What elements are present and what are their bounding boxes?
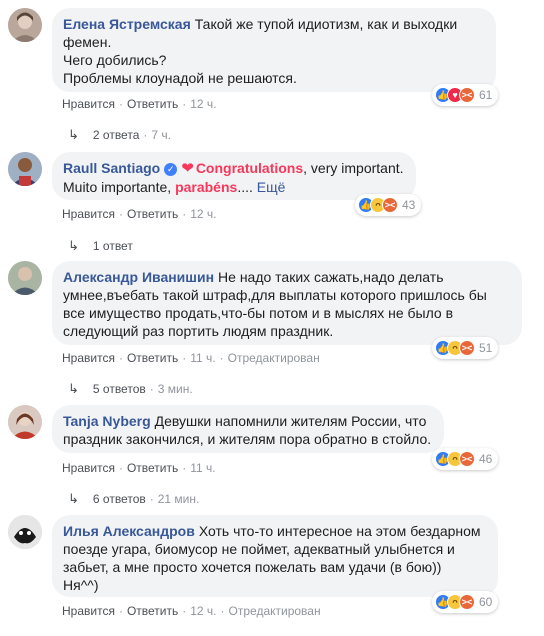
comment-text: Muito importante, (63, 179, 176, 195)
comment-bubble: Елена Ястремская Такой же тупой идиотизм,… (52, 8, 496, 92)
replies-time: 21 мин. (157, 492, 200, 506)
replies-count[interactable]: 2 ответа (93, 128, 139, 142)
like-link[interactable]: Нравится (62, 604, 115, 618)
see-more-link[interactable]: Ещё (257, 179, 286, 195)
reply-link[interactable]: Ответить (127, 351, 178, 365)
comment-timestamp[interactable]: 11 ч. (190, 461, 215, 475)
comment-bubble: Александр Иванишин Не надо таких сажать,н… (52, 261, 522, 345)
angry-reaction-icon: ˃˂ (459, 87, 475, 103)
comment-text: .... (237, 179, 257, 195)
angry-reaction-icon: ˃˂ (459, 594, 475, 610)
heart-icon: ❤ (181, 160, 194, 177)
view-replies-link[interactable]: ↳ 1 ответ (68, 238, 133, 254)
reactions-summary[interactable]: 👍 ᴖ ˃˂ 46 (432, 448, 499, 470)
comment-author[interactable]: Tanja Nyberg (63, 413, 151, 429)
reaction-count: 51 (479, 341, 493, 355)
comment-text: Девушки напомнили жителям России, что (154, 413, 427, 429)
comment-timestamp[interactable]: 12 ч. (190, 207, 216, 221)
reaction-count: 46 (479, 452, 493, 466)
verified-badge-icon: ✓ (164, 163, 178, 176)
comment-actions: Нравится · Ответить · 12 ч. (62, 207, 217, 221)
angry-reaction-icon: ˃˂ (382, 197, 398, 213)
comment-bubble: Raull Santiago ✓ ❤ Congratulations, very im… (52, 152, 416, 200)
comment-text: забьет, а мне просто хочется пожелать ва… (63, 559, 442, 575)
comment-timestamp[interactable]: 11 ч. (190, 351, 215, 365)
reaction-count: 60 (479, 595, 493, 609)
reaction-count: 61 (479, 88, 493, 102)
comment-text: Ня^^) (63, 577, 99, 593)
reply-link[interactable]: Ответить (127, 461, 178, 475)
comment-author[interactable]: Raull Santiago (63, 160, 160, 176)
reply-link[interactable]: Ответить (127, 604, 178, 618)
comment-text: умнее,въебать такой штраф,для выплаты ко… (63, 287, 487, 303)
edited-label[interactable]: Отредактирован (228, 351, 320, 365)
comment-text: Чего добились? (63, 52, 167, 68)
comment-text: Не надо таких сажать,надо делать (218, 269, 444, 285)
comment-bubble: Илья Александров Хоть что-то интересное н… (52, 515, 498, 597)
avatar[interactable] (8, 515, 42, 549)
comment-actions: Нравится · Ответить · 12 ч. (62, 97, 217, 111)
highlighted-word[interactable]: parabéns (175, 179, 237, 195)
like-link[interactable]: Нравится (62, 461, 115, 475)
replies-count[interactable]: 1 ответ (93, 239, 133, 253)
angry-reaction-icon: ˃˂ (459, 451, 475, 467)
comment-actions: Нравится · Ответить · 12 ч. · Отредактирован (62, 604, 321, 618)
comment-text: следующий раз портить людям праздник. (63, 323, 334, 339)
comment-timestamp[interactable]: 12 ч. (190, 97, 216, 111)
comment-text: Хоть что-то интересное на этом бездарном (198, 523, 481, 539)
view-replies-link[interactable]: ↳ 2 ответа · 7 ч. (68, 127, 171, 143)
comment-text: все имущество продать,что-бы потом и в м… (63, 305, 454, 321)
reactions-summary[interactable]: 👍 ♥ ˃˂ 61 (432, 84, 499, 106)
replies-time: 3 мин. (157, 382, 193, 396)
comment-author[interactable]: Александр Иванишин (63, 269, 214, 285)
reply-arrow-icon: ↳ (68, 127, 79, 142)
reply-arrow-icon: ↳ (68, 381, 79, 396)
comment-timestamp[interactable]: 12 ч. (190, 604, 216, 618)
avatar[interactable] (8, 152, 42, 186)
like-link[interactable]: Нравится (62, 207, 115, 221)
comment-author[interactable]: Илья Александров (63, 523, 195, 539)
comment-text: праздник закончился, и жителям пора обра… (63, 431, 432, 447)
reply-link[interactable]: Ответить (127, 97, 178, 111)
comment-text: , very important. (303, 160, 404, 176)
reply-link[interactable]: Ответить (127, 207, 178, 221)
comment-text: Такой же тупой идиотизм, как и выходки (194, 16, 458, 32)
like-link[interactable]: Нравится (62, 97, 115, 111)
comment-text: поезде угара, биомусор не поймет, адеква… (63, 541, 455, 557)
comment-bubble: Tanja Nyberg Девушки напомнили жителям Ро… (52, 405, 444, 453)
comment-actions: Нравится · Ответить · 11 ч. · Отредактирован (62, 351, 320, 365)
comment-text: Проблемы клоунадой не решаются. (63, 70, 297, 86)
view-replies-link[interactable]: ↳ 5 ответов · 3 мин. (68, 381, 193, 397)
comment-author[interactable]: Елена Ястремская (63, 16, 191, 32)
reactions-summary[interactable]: 👍 ᴖ ˃˂ 51 (432, 337, 499, 359)
reactions-summary[interactable]: 👍 ᴖ ˃˂ 43 (355, 194, 422, 216)
reply-arrow-icon: ↳ (68, 491, 79, 506)
avatar[interactable] (8, 8, 42, 42)
replies-count[interactable]: 6 ответов (93, 492, 146, 506)
replies-count[interactable]: 5 ответов (93, 382, 146, 396)
comment-actions: Нравится · Ответить · 11 ч. (62, 461, 216, 475)
reply-arrow-icon: ↳ (68, 238, 79, 253)
comment-text: фемен. (63, 34, 112, 50)
reaction-count: 43 (402, 198, 416, 212)
avatar[interactable] (8, 405, 42, 439)
replies-time: 7 ч. (151, 128, 171, 142)
view-replies-link[interactable]: ↳ 6 ответов · 21 мин. (68, 491, 199, 507)
reactions-summary[interactable]: 👍 ᴖ ˃˂ 60 (432, 591, 499, 613)
angry-reaction-icon: ˃˂ (459, 340, 475, 356)
edited-label[interactable]: Отредактирован (229, 604, 321, 618)
avatar[interactable] (8, 261, 42, 295)
highlighted-word[interactable]: Congratulations (196, 160, 303, 176)
like-link[interactable]: Нравится (62, 351, 115, 365)
